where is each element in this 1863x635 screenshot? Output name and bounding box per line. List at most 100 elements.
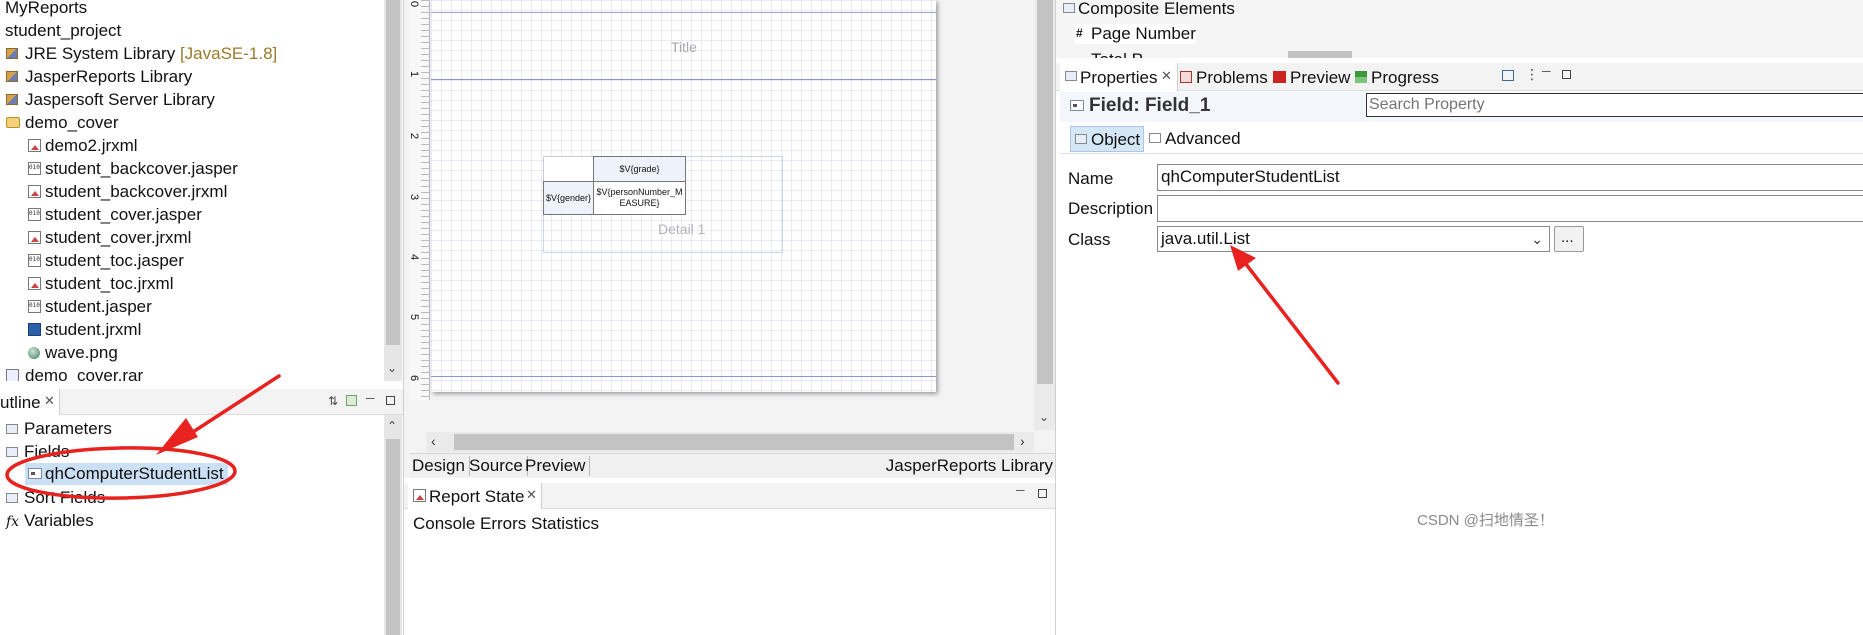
scrollbar-thumb[interactable] — [386, 439, 400, 635]
minimize-icon[interactable]: ─ — [1016, 483, 1025, 497]
designer-hscrollbar[interactable]: ‹ › — [426, 432, 1034, 452]
subtab-errors[interactable]: Errors — [480, 514, 526, 534]
crosstab-cell-text: $V{grade} — [619, 163, 660, 174]
tree-item-student-project[interactable]: student_project — [5, 21, 121, 41]
outline-item-parameters[interactable]: Parameters — [6, 419, 112, 439]
jasper-icon — [28, 254, 41, 267]
palette-item-label: Page Number — [1091, 24, 1196, 43]
tree-item-demo-cover-folder[interactable]: demo_cover — [6, 113, 119, 133]
maximize-icon[interactable] — [386, 396, 395, 405]
tree-item-file[interactable]: student_toc.jasper — [28, 251, 184, 271]
tree-item-file[interactable]: demo2.jrxml — [28, 136, 138, 156]
layout-icon[interactable]: ⇅ — [328, 394, 338, 408]
crosstab-column-header[interactable]: $V{grade} — [593, 156, 686, 182]
tab-design[interactable]: Design — [412, 456, 470, 476]
chevron-down-icon[interactable]: ⌄ — [1531, 227, 1543, 251]
palette-section-composite[interactable]: Composite Elements — [1063, 0, 1235, 19]
tree-item-label: student_cover.jasper — [45, 205, 202, 224]
band-divider — [431, 376, 936, 377]
outline-item-field-selected[interactable]: qhComputerStudentList — [25, 463, 228, 485]
ruler-label: 1 — [408, 70, 421, 78]
scrollbar-thumb[interactable] — [454, 434, 1014, 450]
tree-item-myreports[interactable]: MyReports — [5, 0, 87, 18]
tree-item-label: demo2.jrxml — [45, 136, 138, 155]
close-icon[interactable]: ✕ — [526, 487, 537, 503]
palette-item-total-pages[interactable]: Total P — [1075, 50, 1275, 58]
chevron-left-icon[interactable]: ‹ — [431, 433, 436, 449]
band-title[interactable]: Title — [431, 13, 936, 79]
minimize-icon[interactable]: ─ — [366, 391, 375, 405]
tree-item-file[interactable]: student_cover.jasper — [28, 205, 202, 225]
tree-item-jasperreports-library[interactable]: JasperReports Library — [6, 67, 192, 87]
outline-item-variables[interactable]: fx Variables — [6, 511, 94, 531]
outline-view: utline ✕ ⇅ ─ Parameters Fields qhCompute… — [0, 381, 403, 635]
close-icon[interactable]: ✕ — [44, 393, 55, 409]
maximize-icon[interactable] — [1562, 70, 1571, 79]
tree-item-jre-library[interactable]: JRE System Library [JavaSE-1.8] — [6, 44, 277, 64]
subtab-advanced[interactable]: Advanced — [1148, 126, 1248, 152]
tree-item-file[interactable]: student.jasper — [28, 297, 152, 317]
class-combo[interactable]: java.util.List ⌄ — [1157, 226, 1550, 252]
tab-source[interactable]: Source — [469, 456, 528, 476]
jrxml-icon — [28, 231, 41, 244]
tree-item-file[interactable]: student_backcover.jrxml — [28, 182, 227, 202]
tree-item-file[interactable]: student_cover.jrxml — [28, 228, 191, 248]
subtab-statistics[interactable]: Statistics — [531, 514, 599, 534]
sort-fields-icon — [6, 493, 18, 503]
close-icon[interactable]: ✕ — [1161, 68, 1172, 84]
scrollbar-thumb[interactable] — [386, 0, 400, 345]
image-icon — [28, 347, 40, 359]
class-browse-button[interactable]: ... — [1554, 226, 1584, 252]
open-console-icon[interactable] — [1502, 70, 1514, 81]
chevron-down-icon[interactable]: ⌄ — [1039, 410, 1049, 424]
tree-item-file[interactable]: student_backcover.jasper — [28, 159, 238, 179]
subtab-console[interactable]: Console — [413, 514, 475, 534]
tab-problems[interactable]: Problems — [1180, 63, 1272, 91]
crosstab-measure-cell[interactable]: $V{personNumber_MEASURE} — [593, 181, 686, 215]
tab-preview[interactable]: Preview — [1273, 63, 1353, 91]
fields-icon — [6, 447, 18, 457]
chevron-down-icon[interactable]: ⌄ — [387, 361, 397, 375]
ruler-label: 2 — [408, 132, 421, 140]
tab-outline[interactable]: utline ✕ — [0, 389, 60, 415]
palette-scroll-thumb[interactable] — [1288, 51, 1352, 58]
explorer-scrollbar[interactable]: ⌄ — [384, 0, 402, 381]
filter-icon[interactable] — [346, 395, 357, 406]
view-menu-icon[interactable]: ⋮ — [1525, 66, 1539, 83]
parameters-icon — [6, 424, 18, 434]
search-property-input[interactable] — [1366, 93, 1863, 117]
properties-header: Field: Field_1 — [1060, 92, 1863, 122]
outline-item-fields[interactable]: Fields — [6, 442, 69, 462]
jrxml-icon — [28, 323, 41, 336]
tab-progress[interactable]: Progress — [1355, 63, 1445, 91]
chevron-right-icon[interactable]: › — [1020, 433, 1025, 449]
tree-item-file[interactable]: student_toc.jrxml — [28, 274, 174, 294]
report-page[interactable]: Title Detail 1 $V{grade} $V{gender} $V{p… — [431, 0, 936, 392]
report-state-view: Report State ✕ ─ Console Errors Statisti… — [403, 478, 1056, 635]
minimize-icon[interactable]: ─ — [1542, 64, 1551, 78]
tab-report-state[interactable]: Report State ✕ — [408, 483, 542, 509]
tab-preview[interactable]: Preview — [525, 456, 591, 476]
outline-scrollbar[interactable]: ⌃ — [384, 415, 402, 635]
tab-label: Preview — [1290, 68, 1351, 87]
crosstab-cell-text: $V{gender} — [545, 192, 592, 203]
description-field[interactable] — [1157, 195, 1863, 222]
designer-scrollbar[interactable]: ⌄ — [1034, 0, 1055, 430]
tree-item-archive[interactable]: demo_cover.rar — [6, 366, 143, 381]
palette-item-page-number[interactable]: # Page Number — [1075, 24, 1196, 44]
chevron-up-icon[interactable]: ⌃ — [387, 419, 397, 433]
crosstab-row-header[interactable]: $V{gender} — [543, 181, 594, 215]
maximize-icon[interactable] — [1038, 489, 1047, 498]
tab-properties[interactable]: Properties ✕ — [1060, 63, 1178, 91]
scrollbar-thumb[interactable] — [1037, 0, 1053, 384]
outline-item-label: Variables — [24, 511, 94, 530]
name-field[interactable]: qhComputerStudentList — [1157, 164, 1863, 191]
section-icon — [1063, 3, 1075, 13]
tree-item-file[interactable]: wave.png — [28, 343, 118, 363]
tree-item-file[interactable]: student.jrxml — [28, 320, 141, 340]
tree-item-label: Jaspersoft Server Library — [25, 90, 215, 109]
band-label: Detail 1 — [658, 221, 706, 237]
tree-item-jaspersoft-server-library[interactable]: Jaspersoft Server Library — [6, 90, 215, 110]
subtab-object[interactable]: Object — [1070, 126, 1144, 152]
outline-item-sort-fields[interactable]: Sort Fields — [6, 488, 105, 508]
